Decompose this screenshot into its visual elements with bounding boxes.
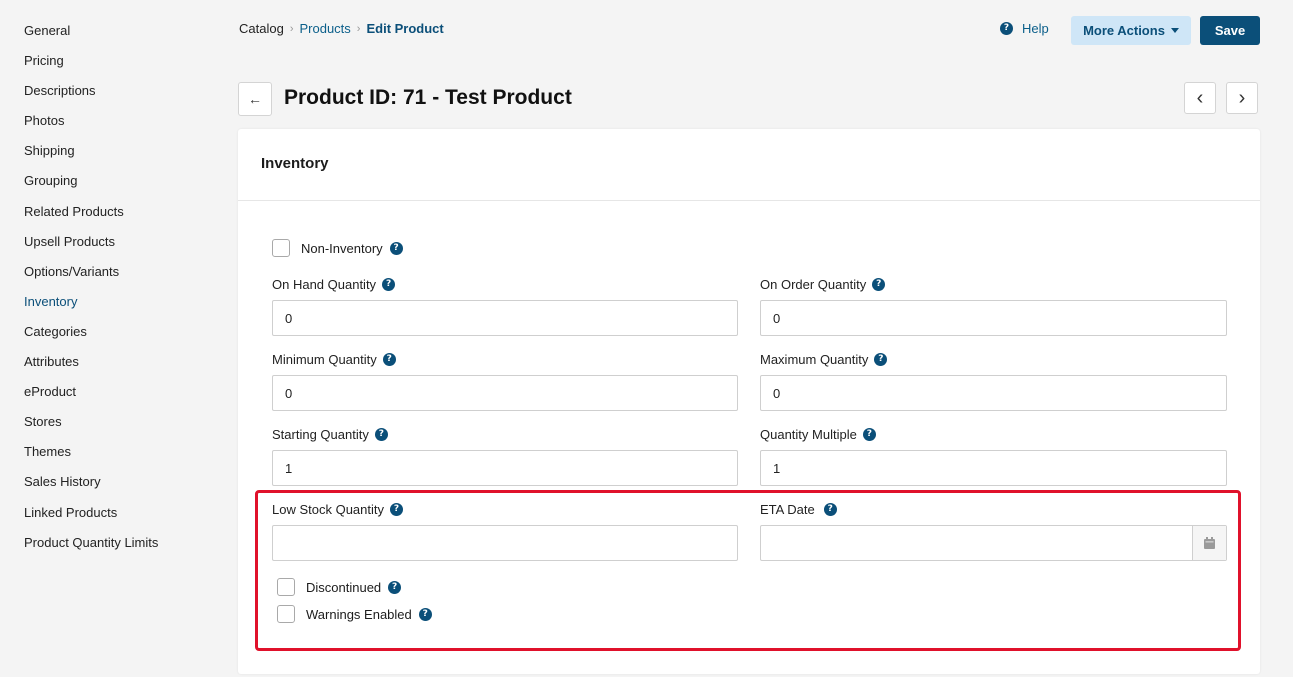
question-circle-icon[interactable]: ? — [374, 428, 388, 441]
question-circle-icon: ? — [1000, 22, 1013, 35]
sidebar-item-stores[interactable]: Stores — [24, 413, 224, 443]
sidebar-item-attributes[interactable]: Attributes — [24, 353, 224, 383]
calendar-icon — [1204, 537, 1215, 549]
breadcrumb-products[interactable]: Products — [299, 21, 350, 36]
question-circle-icon[interactable]: ? — [382, 353, 396, 366]
eta-date-label: ETA Date ? — [760, 502, 837, 517]
maximum-quantity-label-text: Maximum Quantity — [760, 352, 869, 367]
breadcrumb-separator: › — [289, 22, 294, 35]
question-circle-icon[interactable]: ? — [382, 278, 396, 291]
card-title: Inventory — [261, 155, 329, 172]
help-link[interactable]: ? Help — [1000, 21, 1049, 36]
question-circle-icon[interactable]: ? — [872, 278, 886, 291]
sidebar-item-sales-history[interactable]: Sales History — [24, 473, 224, 503]
card-header: Inventory — [238, 129, 1260, 201]
warnings-enabled-row: Warnings Enabled ? — [277, 605, 432, 623]
starting-quantity-input[interactable] — [272, 450, 738, 486]
breadcrumb-catalog[interactable]: Catalog — [239, 21, 284, 36]
question-circle-icon[interactable]: ? — [823, 503, 837, 516]
page-title: Product ID: 71 - Test Product — [284, 86, 572, 109]
sidebar-item-grouping[interactable]: Grouping — [24, 172, 224, 202]
on-order-quantity-label-text: On Order Quantity — [760, 277, 867, 292]
on-order-quantity-label: On Order Quantity ? — [760, 277, 886, 292]
chevron-right-icon: › — [1238, 87, 1246, 109]
on-hand-quantity-label: On Hand Quantity ? — [272, 277, 396, 292]
sidebar-item-related-products[interactable]: Related Products — [24, 203, 224, 233]
warnings-enabled-label: Warnings Enabled — [306, 606, 412, 622]
sidebar-nav: General Pricing Descriptions Photos Ship… — [24, 22, 224, 564]
warnings-enabled-checkbox[interactable] — [277, 605, 295, 623]
on-hand-quantity-input[interactable] — [272, 300, 738, 336]
sidebar-item-descriptions[interactable]: Descriptions — [24, 82, 224, 112]
quantity-multiple-input[interactable] — [760, 450, 1227, 486]
breadcrumb-separator: › — [356, 22, 361, 35]
inventory-card: Inventory Non-Inventory ? On Hand Quanti… — [238, 129, 1260, 674]
eta-date-field — [760, 525, 1227, 561]
sidebar-item-eproduct[interactable]: eProduct — [24, 383, 224, 413]
sidebar-item-categories[interactable]: Categories — [24, 323, 224, 353]
eta-date-input[interactable] — [761, 526, 1205, 560]
question-circle-icon[interactable]: ? — [388, 580, 402, 594]
low-stock-quantity-input[interactable] — [272, 525, 738, 561]
arrow-left-icon: ← — [248, 91, 262, 107]
eta-date-label-text: ETA Date — [760, 502, 815, 517]
sidebar-item-general[interactable]: General — [24, 22, 224, 52]
non-inventory-label: Non-Inventory — [301, 240, 383, 256]
maximum-quantity-input[interactable] — [760, 375, 1227, 411]
discontinued-row: Discontinued ? — [277, 578, 402, 596]
sidebar-item-inventory[interactable]: Inventory — [24, 293, 224, 323]
question-circle-icon[interactable]: ? — [390, 503, 403, 516]
breadcrumb: Catalog › Products › Edit Product — [239, 21, 444, 36]
sidebar-item-product-quantity-limits[interactable]: Product Quantity Limits — [24, 534, 224, 564]
discontinued-checkbox[interactable] — [277, 578, 295, 596]
non-inventory-row: Non-Inventory ? — [272, 239, 403, 257]
starting-quantity-label-text: Starting Quantity — [272, 427, 369, 442]
quantity-multiple-label: Quantity Multiple ? — [760, 427, 876, 442]
caret-down-icon — [1170, 28, 1179, 33]
sidebar-item-shipping[interactable]: Shipping — [24, 142, 224, 172]
sidebar-item-photos[interactable]: Photos — [24, 112, 224, 142]
chevron-left-icon: ‹ — [1196, 87, 1204, 109]
next-product-button[interactable]: › — [1226, 82, 1258, 114]
question-circle-icon[interactable]: ? — [389, 241, 403, 255]
save-button[interactable]: Save — [1200, 16, 1260, 45]
quantity-multiple-label-text: Quantity Multiple — [760, 427, 857, 442]
sidebar-item-upsell-products[interactable]: Upsell Products — [24, 233, 224, 263]
on-hand-quantity-label-text: On Hand Quantity — [272, 277, 377, 292]
minimum-quantity-label: Minimum Quantity ? — [272, 352, 396, 367]
maximum-quantity-label: Maximum Quantity ? — [760, 352, 888, 367]
back-button[interactable]: ← — [238, 82, 272, 116]
help-label: Help — [1022, 21, 1049, 36]
sidebar-item-themes[interactable]: Themes — [24, 443, 224, 473]
question-circle-icon[interactable]: ? — [418, 607, 432, 621]
non-inventory-checkbox[interactable] — [272, 239, 290, 257]
sidebar-item-options-variants[interactable]: Options/Variants — [24, 263, 224, 293]
more-actions-button[interactable]: More Actions — [1071, 16, 1191, 45]
question-circle-icon[interactable]: ? — [862, 428, 876, 441]
breadcrumb-edit-product: Edit Product — [366, 21, 444, 36]
on-order-quantity-input[interactable] — [760, 300, 1227, 336]
sidebar-item-pricing[interactable]: Pricing — [24, 52, 224, 82]
low-stock-quantity-label: Low Stock Quantity ? — [272, 502, 403, 517]
previous-product-button[interactable]: ‹ — [1184, 82, 1216, 114]
sidebar-item-linked-products[interactable]: Linked Products — [24, 504, 224, 534]
starting-quantity-label: Starting Quantity ? — [272, 427, 388, 442]
question-circle-icon[interactable]: ? — [874, 353, 888, 366]
minimum-quantity-input[interactable] — [272, 375, 738, 411]
minimum-quantity-label-text: Minimum Quantity — [272, 352, 377, 367]
discontinued-label: Discontinued — [306, 579, 382, 595]
low-stock-quantity-label-text: Low Stock Quantity — [272, 502, 384, 517]
calendar-button[interactable] — [1192, 526, 1226, 560]
more-actions-label: More Actions — [1083, 23, 1165, 38]
